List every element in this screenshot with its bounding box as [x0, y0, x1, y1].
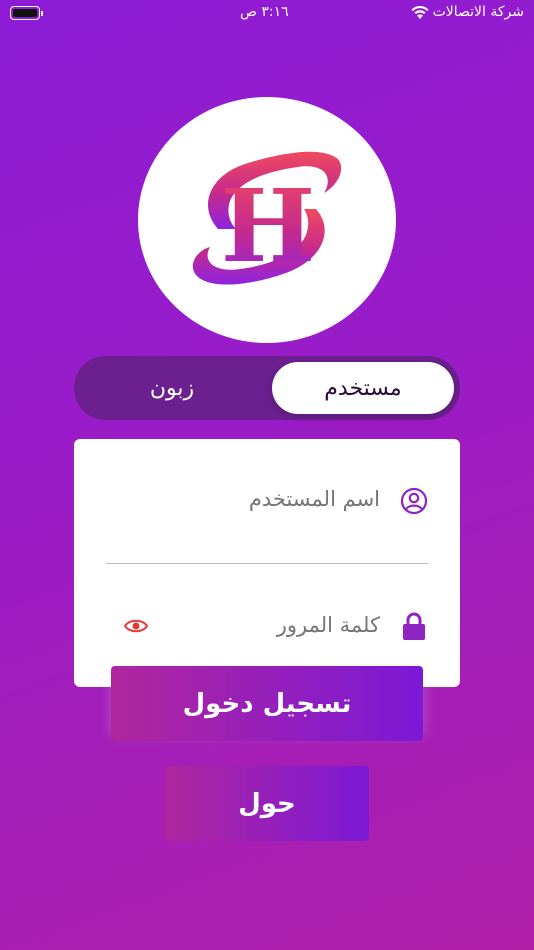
lock-icon — [403, 612, 425, 640]
username-input[interactable]: اسم المستخدم — [249, 487, 380, 511]
about-button[interactable]: حول — [165, 766, 369, 841]
carrier-name: شركة الاتصالات — [432, 4, 524, 20]
status-time: ٣:١٦ ص — [240, 4, 289, 20]
battery-icon — [10, 6, 43, 20]
account-type-toggle: زبون مستخدم — [74, 356, 460, 420]
login-button[interactable]: تسجيل دخول — [111, 666, 423, 741]
logo-hs-icon: H — [192, 151, 342, 285]
field-divider — [106, 563, 428, 564]
eye-icon[interactable] — [124, 617, 148, 635]
segment-user[interactable]: مستخدم — [272, 362, 454, 414]
svg-text:H: H — [221, 167, 315, 285]
segment-user-label: مستخدم — [324, 375, 402, 401]
status-bar: شركة الاتصالات ٣:١٦ ص — [0, 0, 534, 28]
about-button-label: حول — [238, 788, 296, 819]
segment-customer[interactable]: زبون — [74, 356, 270, 420]
wifi-icon — [411, 5, 429, 19]
app-logo: H — [138, 97, 396, 343]
login-form-card: اسم المستخدم كلمة المرور — [74, 439, 460, 687]
user-circle-icon — [400, 487, 428, 515]
login-button-label: تسجيل دخول — [182, 688, 352, 719]
segment-customer-label: زبون — [149, 375, 195, 401]
password-input[interactable]: كلمة المرور — [277, 613, 380, 637]
